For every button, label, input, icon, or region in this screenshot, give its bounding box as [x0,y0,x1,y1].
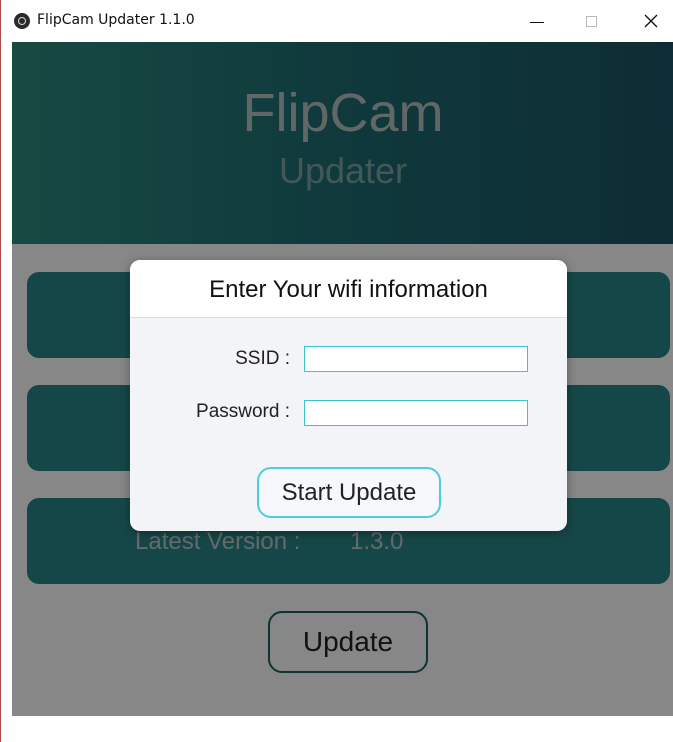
title-bar: FlipCam Updater 1.1.0 [1,0,673,42]
wifi-dialog: Enter Your wifi information SSID : Passw… [130,260,567,531]
minimize-button[interactable] [514,0,560,42]
window-title: FlipCam Updater 1.1.0 [37,12,195,28]
dialog-title: Enter Your wifi information [209,276,488,303]
ssid-input[interactable] [304,346,528,372]
close-icon [644,14,658,28]
maximize-icon [585,15,597,27]
dialog-header: Enter Your wifi information [130,260,567,318]
password-input[interactable] [304,400,528,426]
close-button[interactable] [628,0,673,42]
password-label: Password : [196,401,290,422]
start-update-button[interactable]: Start Update [257,467,441,518]
app-window: FlipCam Updater 1.1.0 FlipCam Updater La… [0,0,673,742]
app-icon [14,13,30,29]
minimize-icon [530,21,544,23]
maximize-button[interactable] [568,0,614,42]
ssid-label: SSID : [235,348,290,369]
